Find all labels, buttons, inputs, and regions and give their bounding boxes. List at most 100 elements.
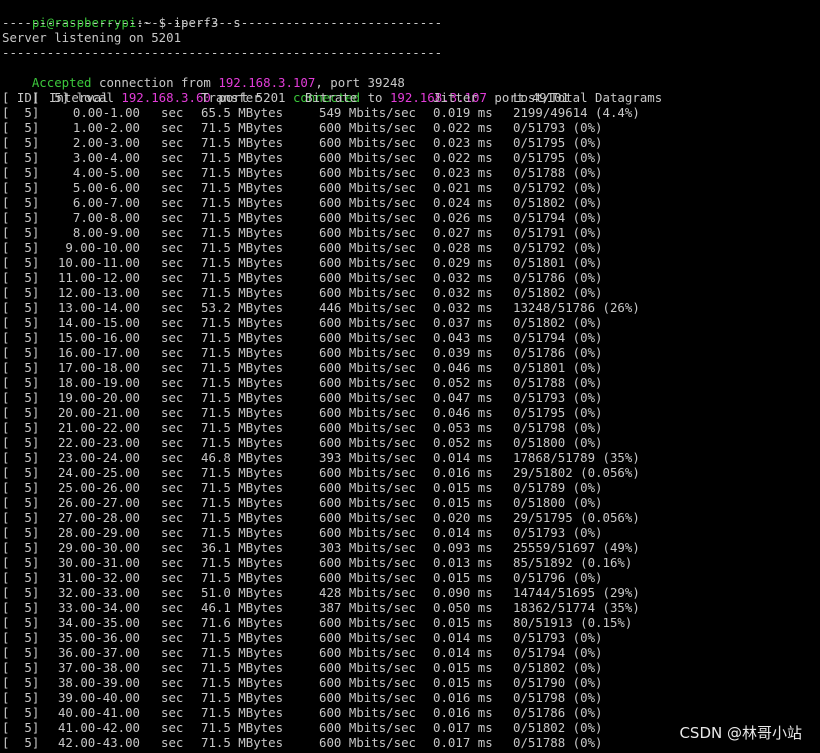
row-lost-total: 0/51795 (0%): [513, 150, 603, 165]
row-jitter: 0.037 ms: [433, 315, 493, 330]
row-transfer: 36.1 MBytes: [201, 540, 284, 555]
row-jitter: 0.020 ms: [433, 510, 493, 525]
row-bitrate: 600 Mbits/sec: [319, 570, 416, 585]
row-transfer: 71.5 MBytes: [201, 330, 284, 345]
table-row: [ 5] 34.00-35.00 sec 71.6 MBytes 600 Mbits/s…: [2, 615, 818, 630]
table-row: [ 5] 40.00-41.00 sec 71.5 MBytes 600 Mbits/s…: [2, 705, 818, 720]
row-jitter: 0.024 ms: [433, 195, 493, 210]
row-unit: sec: [161, 270, 184, 285]
row-id: [ 5]: [2, 105, 40, 120]
row-jitter: 0.016 ms: [433, 465, 493, 480]
row-lost-total: 0/51796 (0%): [513, 570, 603, 585]
row-bitrate: 600 Mbits/sec: [319, 330, 416, 345]
row-interval: 30.00-31.00: [57, 555, 140, 570]
row-id: [ 5]: [2, 510, 40, 525]
row-lost-total: 0/51793 (0%): [513, 630, 603, 645]
table-row: [ 5] 20.00-21.00 sec 71.5 MBytes 600 Mbits/s…: [2, 405, 818, 420]
row-bitrate: 600 Mbits/sec: [319, 720, 416, 735]
row-transfer: 71.5 MBytes: [201, 525, 284, 540]
row-lost-total: 0/51786 (0%): [513, 345, 603, 360]
row-id: [ 5]: [2, 690, 40, 705]
row-lost-total: 0/51794 (0%): [513, 330, 603, 345]
row-id: [ 5]: [2, 300, 40, 315]
row-unit: sec: [161, 150, 184, 165]
row-transfer: 51.0 MBytes: [201, 585, 284, 600]
row-unit: sec: [161, 255, 184, 270]
separator-top: ----------------------------------------…: [2, 15, 443, 30]
row-jitter: 0.013 ms: [433, 555, 493, 570]
row-bitrate: 600 Mbits/sec: [319, 120, 416, 135]
row-lost-total: 80/51913 (0.15%): [513, 615, 633, 630]
row-lost-total: 0/51792 (0%): [513, 240, 603, 255]
row-lost-total: 0/51795 (0%): [513, 135, 603, 150]
row-id: [ 5]: [2, 315, 40, 330]
row-unit: sec: [161, 555, 184, 570]
row-transfer: 65.5 MBytes: [201, 105, 284, 120]
row-interval: 2.00-3.00: [72, 135, 140, 150]
row-unit: sec: [161, 450, 184, 465]
row-transfer: 71.5 MBytes: [201, 405, 284, 420]
row-unit: sec: [161, 495, 184, 510]
terminal-window[interactable]: pi@raspberrypi:~ $ iperf3 -s -----------…: [0, 0, 820, 753]
row-transfer: 46.1 MBytes: [201, 600, 284, 615]
table-row: [ 5] 37.00-38.00 sec 71.5 MBytes 600 Mbits/s…: [2, 660, 818, 675]
row-interval: 36.00-37.00: [57, 645, 140, 660]
row-lost-total: 0/51800 (0%): [513, 495, 603, 510]
table-row: [ 5] 4.00-5.00 sec 71.5 MBytes 600 Mbits/sec…: [2, 165, 818, 180]
table-row: [ 5] 3.00-4.00 sec 71.5 MBytes 600 Mbits/sec…: [2, 150, 818, 165]
table-row: [ 5] 29.00-30.00 sec 36.1 MBytes 303 Mbits/s…: [2, 540, 818, 555]
row-id: [ 5]: [2, 210, 40, 225]
row-id: [ 5]: [2, 150, 40, 165]
row-transfer: 71.5 MBytes: [201, 570, 284, 585]
prompt-line: pi@raspberrypi:~ $ iperf3 -s: [2, 0, 241, 30]
row-id: [ 5]: [2, 615, 40, 630]
row-id: [ 5]: [2, 585, 40, 600]
row-lost-total: 0/51801 (0%): [513, 255, 603, 270]
row-jitter: 0.046 ms: [433, 360, 493, 375]
row-lost-total: 0/51793 (0%): [513, 120, 603, 135]
row-lost-total: 18362/51774 (35%): [513, 600, 640, 615]
row-unit: sec: [161, 585, 184, 600]
row-unit: sec: [161, 240, 184, 255]
connection-line: [ 5] local 192.168.3.60 port 5201 connec…: [2, 75, 569, 105]
row-jitter: 0.052 ms: [433, 375, 493, 390]
row-jitter: 0.090 ms: [433, 585, 493, 600]
row-jitter: 0.015 ms: [433, 495, 493, 510]
row-bitrate: 600 Mbits/sec: [319, 510, 416, 525]
row-id: [ 5]: [2, 645, 40, 660]
row-interval: 34.00-35.00: [57, 615, 140, 630]
row-jitter: 0.039 ms: [433, 345, 493, 360]
row-id: [ 5]: [2, 675, 40, 690]
csdn-watermark: CSDN @林哥小站: [679, 724, 802, 742]
row-lost-total: 17868/51789 (35%): [513, 450, 640, 465]
table-row: [ 5] 30.00-31.00 sec 71.5 MBytes 600 Mbits/s…: [2, 555, 818, 570]
row-lost-total: 0/51793 (0%): [513, 390, 603, 405]
row-id: [ 5]: [2, 525, 40, 540]
row-lost-total: 0/51802 (0%): [513, 720, 603, 735]
row-lost-total: 0/51791 (0%): [513, 225, 603, 240]
row-id: [ 5]: [2, 735, 40, 750]
header-lost-total: Lost/Total Datagrams: [513, 90, 663, 105]
row-transfer: 46.8 MBytes: [201, 450, 284, 465]
row-id: [ 5]: [2, 435, 40, 450]
row-id: [ 5]: [2, 180, 40, 195]
row-transfer: 71.5 MBytes: [201, 210, 284, 225]
row-lost-total: 0/51802 (0%): [513, 315, 603, 330]
table-row: [ 5] 18.00-19.00 sec 71.5 MBytes 600 Mbits/s…: [2, 375, 818, 390]
row-bitrate: 303 Mbits/sec: [319, 540, 416, 555]
row-interval: 15.00-16.00: [57, 330, 140, 345]
row-jitter: 0.027 ms: [433, 225, 493, 240]
row-transfer: 71.5 MBytes: [201, 495, 284, 510]
row-unit: sec: [161, 675, 184, 690]
row-unit: sec: [161, 435, 184, 450]
row-unit: sec: [161, 405, 184, 420]
row-lost-total: 0/51794 (0%): [513, 210, 603, 225]
row-id: [ 5]: [2, 375, 40, 390]
table-row: [ 5] 9.00-10.00 sec 71.5 MBytes 600 Mbits/se…: [2, 240, 818, 255]
row-interval: 3.00-4.00: [72, 150, 140, 165]
row-jitter: 0.022 ms: [433, 150, 493, 165]
row-interval: 4.00-5.00: [72, 165, 140, 180]
row-bitrate: 600 Mbits/sec: [319, 615, 416, 630]
row-bitrate: 393 Mbits/sec: [319, 450, 416, 465]
row-unit: sec: [161, 735, 184, 750]
